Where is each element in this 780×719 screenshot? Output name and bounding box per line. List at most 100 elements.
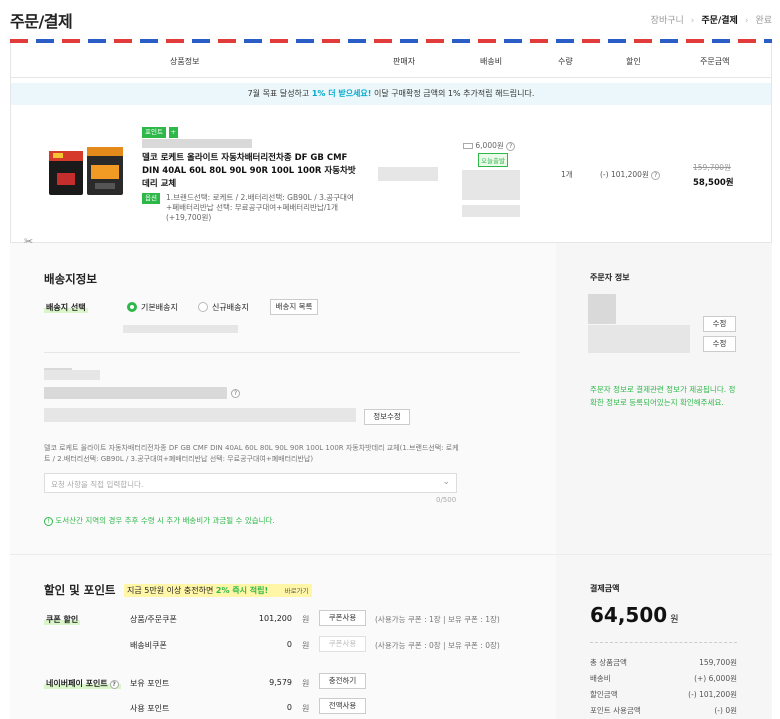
table-header: 상품정보 판매자 배송비 수량 할인 주문금액: [10, 52, 772, 72]
shipping-select-label: 배송지 선택: [44, 302, 88, 313]
chevron-right-icon: ›: [690, 16, 695, 26]
product-coupon-info: (사용가능 쿠폰 : 1장 | 보유 쿠폰 : 1장): [375, 615, 500, 624]
promo-highlight: 1% 더 받으세요!: [311, 89, 372, 98]
shipping-notice: ! 도서산간 지역의 경우 추후 수령 시 추가 배송비가 과금될 수 있습니다…: [44, 515, 275, 526]
ship-coupon-button[interactable]: 쿠폰사용: [319, 636, 366, 652]
use-points-label: 사용 포인트: [130, 704, 170, 713]
charge-promo[interactable]: 지금 5만원 이상 충전하면 2% 즉시 적립! 바로가기: [124, 584, 312, 597]
product-panel: [10, 43, 772, 243]
step-checkout: 주문/결제: [701, 16, 738, 26]
product-coupon-value: 101,200: [258, 614, 292, 623]
col-discount: 할인: [626, 57, 641, 66]
truck-icon: [463, 143, 473, 149]
redacted-orderer-name: [588, 294, 616, 324]
final-price: 58,500원: [693, 178, 734, 188]
sum-label-shipping: 배송비: [590, 674, 611, 683]
char-count: 0/500: [436, 496, 457, 504]
redacted-phone: [44, 387, 227, 399]
help-icon[interactable]: ?: [231, 389, 240, 398]
product-image[interactable]: [47, 145, 125, 201]
qty-value: 1개: [561, 170, 573, 179]
orderer-heading: 주문자 정보: [590, 273, 630, 282]
col-seller: 판매자: [393, 57, 416, 66]
info-icon: !: [44, 517, 53, 526]
option-badge: 옵션: [142, 193, 160, 204]
step-complete: 완료: [755, 16, 772, 26]
redacted-shipping-info-2: [462, 205, 520, 217]
order-steps: 장바구니 › 주문/결제 › 완료: [651, 13, 772, 26]
radio-default-label[interactable]: 기본배송지: [141, 302, 178, 313]
radio-new-label[interactable]: 신규배송지: [212, 302, 249, 313]
won-unit: 원: [302, 679, 310, 688]
col-amount: 주문금액: [700, 57, 730, 66]
edit-info-button[interactable]: 정보수정: [364, 409, 410, 425]
promo-text: 7월 목표 달성하고: [247, 89, 312, 98]
redacted-shipping-info: [462, 170, 520, 200]
sum-label-points: 포인트 사용금액: [590, 706, 641, 715]
option-text: 1.브랜드선택: 로케트 / 2.배터리선택: GB90L / 3.공구대여+폐…: [166, 193, 354, 222]
product-name[interactable]: 델코 로케트 올라이트 자동차배터리전차종 DF GB CMF DIN 40AL…: [142, 152, 357, 191]
redacted-seller: [378, 167, 438, 181]
help-icon[interactable]: ?: [109, 680, 119, 689]
owned-points-value: 9,579: [269, 678, 292, 687]
promo-banner[interactable]: 7월 목표 달성하고 1% 더 받으세요! 이달 구매확정 금액의 1% 추가적…: [11, 83, 771, 105]
redacted-store: [142, 139, 252, 148]
won-unit: 원: [302, 641, 310, 650]
divider: [10, 554, 772, 555]
step-cart: 장바구니: [650, 16, 684, 26]
won-unit: 원: [302, 704, 310, 713]
sum-value-points: (-) 0원: [714, 706, 737, 715]
shipping-fee: 6,000원 ?: [463, 140, 516, 151]
redacted-tag: [44, 370, 100, 380]
use-all-button[interactable]: 전액사용: [319, 698, 366, 714]
ship-coupon-info: (사용가능 쿠폰 : 0장 | 보유 쿠폰 : 0장): [375, 641, 500, 650]
sum-label-total: 총 상품금액: [590, 658, 627, 667]
redacted-orderer-contact: [588, 325, 690, 353]
col-qty: 수량: [558, 57, 573, 66]
orderer-note: 주문자 정보로 결제관련 정보가 제공됩니다. 정확한 정보로 등록되어있는지 …: [590, 385, 736, 407]
charge-promo-link[interactable]: 바로가기: [285, 587, 309, 595]
promo-text-tail: 이달 구매확정 금액의 1% 추가적립 해드립니다.: [371, 89, 535, 98]
npay-point-label: 네이버페이 포인트?: [44, 678, 121, 689]
delivery-request-input[interactable]: 요청 사항을 직접 입력합니다. ⌄: [44, 473, 457, 493]
sum-value-total: 159,700원: [699, 658, 737, 667]
orderer-edit-button-1[interactable]: 수정: [703, 316, 736, 332]
delivery-request-placeholder: 요청 사항을 직접 입력합니다.: [51, 480, 144, 489]
payment-heading: 결제금액: [590, 584, 620, 593]
chevron-right-icon: ›: [744, 16, 749, 26]
coupon-use-button[interactable]: 쿠폰사용: [319, 610, 366, 626]
sum-label-discount: 할인금액: [590, 690, 618, 699]
ship-coupon-value: 0: [286, 640, 292, 649]
divider: [10, 77, 772, 78]
point-badge: 포인트 +: [142, 127, 178, 138]
orderer-edit-button-2[interactable]: 수정: [703, 336, 736, 352]
col-shipping: 배송비: [480, 57, 503, 66]
redacted-address-options: [123, 325, 238, 333]
redacted-address: [44, 408, 356, 422]
coupon-label: 쿠폰 할인: [44, 614, 81, 625]
help-icon[interactable]: ?: [651, 171, 661, 180]
col-product: 상품정보: [170, 57, 200, 66]
won-unit: 원: [302, 615, 310, 624]
owned-points-label: 보유 포인트: [130, 679, 170, 688]
order-page: { "page": {"title": "주문/결제"}, "steps": […: [0, 0, 780, 719]
help-icon[interactable]: ?: [506, 142, 516, 151]
chevron-down-icon: ⌄: [442, 477, 450, 487]
radio-new-address[interactable]: [198, 302, 208, 312]
shipping-heading: 배송지정보: [44, 272, 97, 286]
radio-default-address[interactable]: [127, 302, 137, 312]
charge-promo-highlight: 2% 즉시 적립!: [215, 586, 269, 595]
sum-value-discount: (-) 101,200원: [688, 690, 737, 699]
original-price: 159,700원: [693, 163, 731, 172]
divider: [44, 352, 520, 353]
won-unit: 원: [670, 615, 679, 625]
use-points-value[interactable]: 0: [230, 703, 292, 712]
payment-total-value: 64,500: [590, 603, 668, 627]
discount-value: (-) 101,200원 ?: [600, 169, 661, 180]
charge-button[interactable]: 충전하기: [319, 673, 366, 689]
address-list-button[interactable]: 배송지 목록: [270, 299, 318, 315]
page-title: 주문/결제: [10, 12, 73, 31]
discount-heading: 할인 및 포인트: [44, 583, 116, 597]
sum-value-shipping: (+) 6,000원: [694, 674, 737, 683]
charge-promo-text: 지금 5만원 이상 충전하면: [127, 586, 216, 595]
